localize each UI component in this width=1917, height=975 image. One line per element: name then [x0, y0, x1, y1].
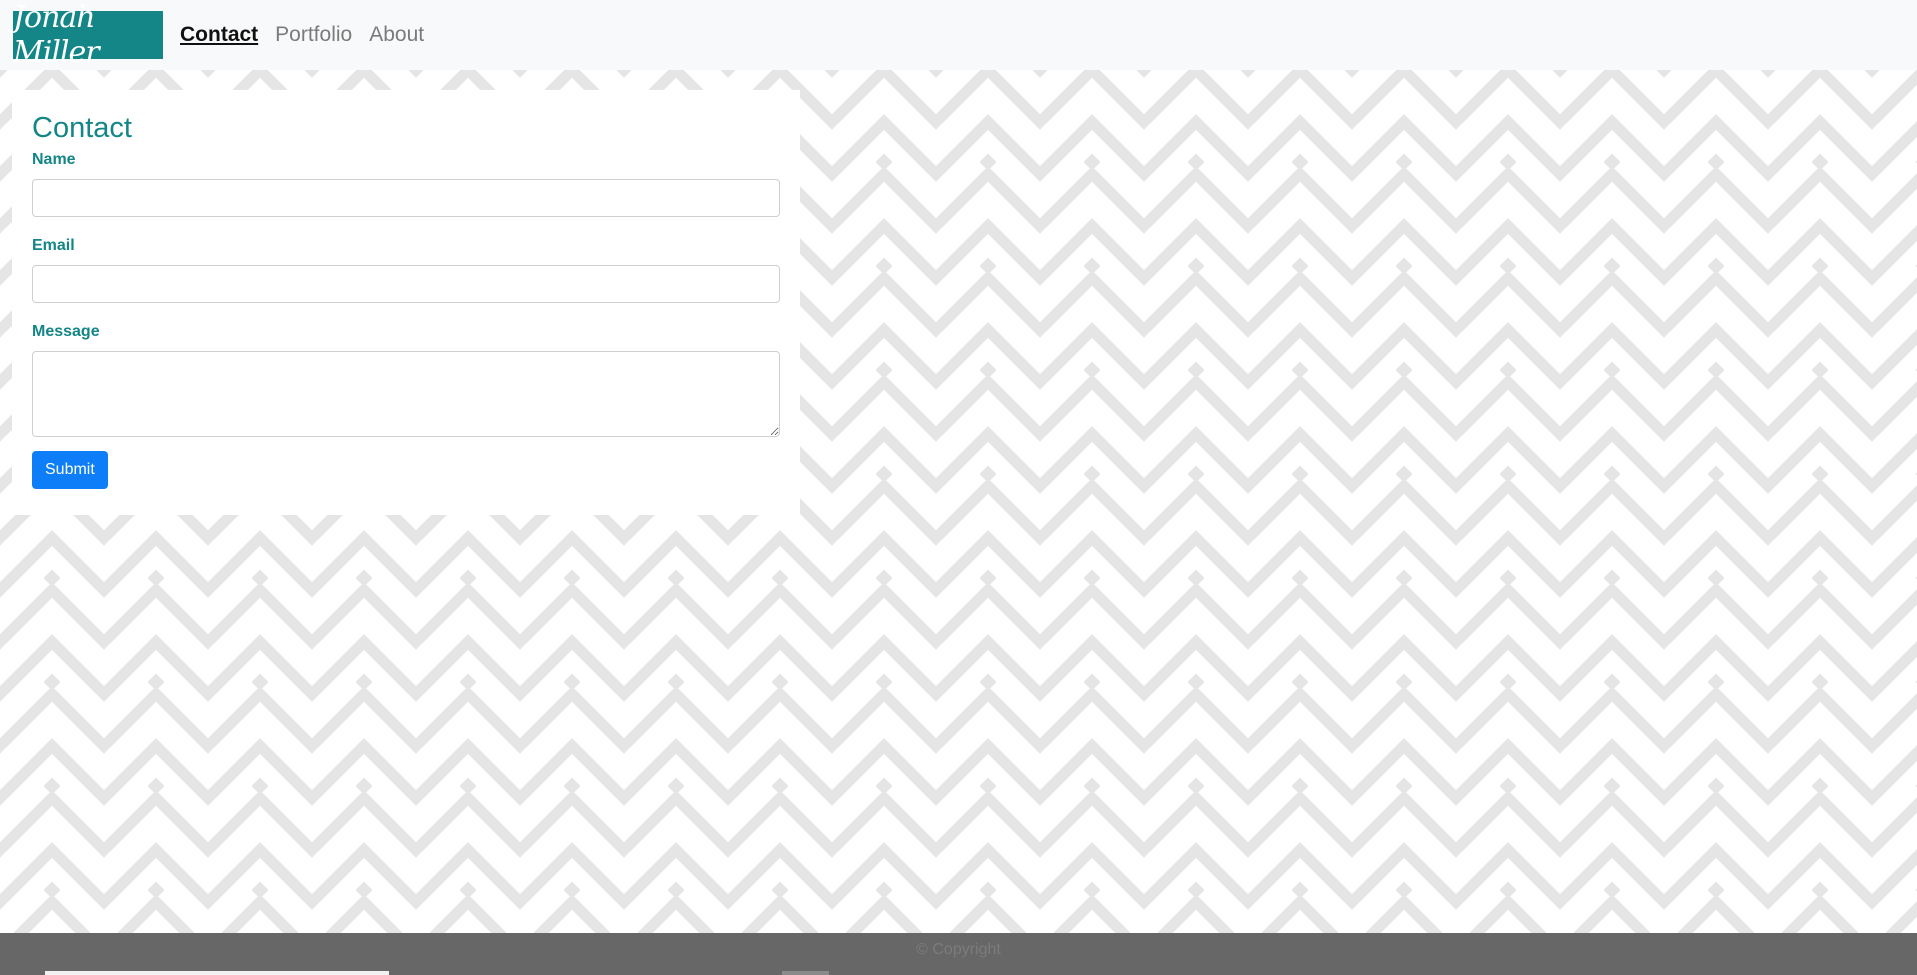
- email-label: Email: [32, 237, 75, 254]
- name-label: Name: [32, 151, 76, 168]
- message-textarea[interactable]: [32, 351, 780, 437]
- nav-link-about[interactable]: About: [369, 23, 424, 47]
- navbar: Jonah Miller Contact Portfolio About: [0, 0, 1917, 70]
- name-input[interactable]: [32, 179, 780, 217]
- footer: © Copyright: [0, 933, 1917, 975]
- nav-link-contact[interactable]: Contact: [180, 23, 258, 47]
- contact-card: Contact Name Email Message Submit: [12, 90, 800, 515]
- name-field-group: Name: [32, 151, 780, 217]
- page-title: Contact: [32, 112, 132, 144]
- nav-link-portfolio[interactable]: Portfolio: [275, 23, 352, 47]
- email-input[interactable]: [32, 265, 780, 303]
- footer-strip-left: [45, 971, 389, 975]
- brand-logo[interactable]: Jonah Miller: [13, 0, 163, 70]
- message-label: Message: [32, 323, 100, 340]
- copyright-text: © Copyright: [916, 941, 1001, 958]
- footer-strip-middle: [782, 971, 829, 975]
- submit-button[interactable]: Submit: [32, 451, 108, 489]
- email-field-group: Email: [32, 237, 780, 303]
- message-field-group: Message: [32, 323, 780, 437]
